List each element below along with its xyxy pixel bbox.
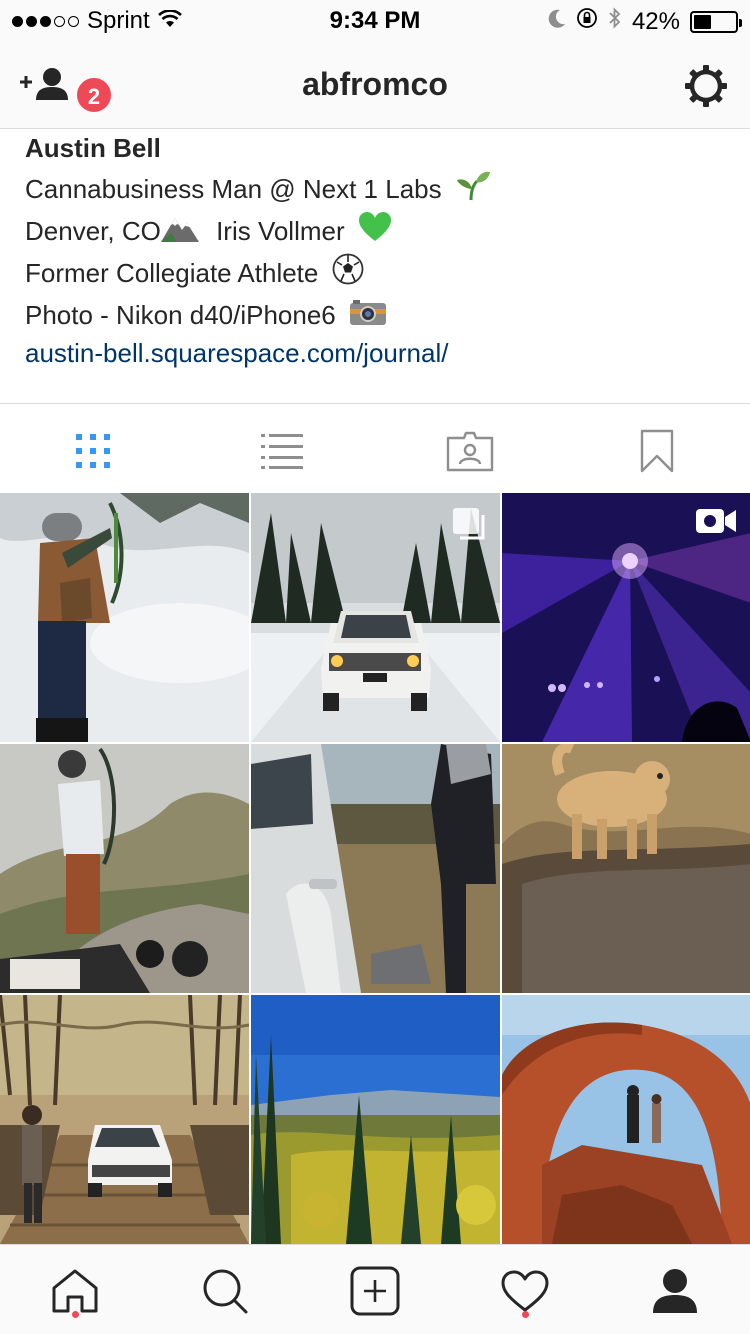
nav-header: 2 abfromco <box>0 40 750 129</box>
profile-full-name: Austin Bell <box>25 133 161 163</box>
battery-percent: 42% <box>631 7 680 35</box>
tab-list-view[interactable] <box>252 426 312 476</box>
heart-icon <box>501 1270 549 1312</box>
profile-tab-bar <box>0 403 750 493</box>
photo-thumbnail <box>502 744 750 993</box>
status-bar: Sprint 9:34 PM 42% <box>0 0 750 40</box>
search-icon <box>203 1269 248 1314</box>
bio-line: Former Collegiate Athlete <box>25 252 725 294</box>
mountain-icon <box>160 212 199 254</box>
nav-search[interactable] <box>195 1265 255 1317</box>
grid-photo[interactable] <box>251 493 500 742</box>
photo-thumbnail <box>0 995 249 1244</box>
profile-username: abfromco <box>302 66 448 102</box>
battery-icon <box>690 10 742 33</box>
photo-thumbnail <box>251 744 500 993</box>
bio-line: Cannabusiness Man @ Next 1 Labs <box>25 168 725 210</box>
photo-thumbnail <box>502 995 750 1244</box>
home-icon <box>52 1269 98 1313</box>
green-heart-icon <box>358 211 392 255</box>
soccer-ball-icon <box>332 253 364 297</box>
seedling-icon <box>455 169 491 213</box>
bluetooth-icon <box>608 7 622 36</box>
nav-home[interactable] <box>45 1265 105 1317</box>
grid-photo[interactable] <box>0 493 249 742</box>
status-right: 42% <box>548 7 742 36</box>
plus-square-icon <box>350 1266 400 1316</box>
tab-tagged-photos[interactable] <box>440 426 500 476</box>
grid-photo[interactable] <box>251 995 500 1244</box>
nav-new-post[interactable] <box>345 1265 405 1317</box>
photo-thumbnail <box>0 493 249 742</box>
photo-thumbnail <box>251 995 500 1244</box>
orientation-lock-icon <box>576 7 598 36</box>
gear-icon <box>685 65 727 107</box>
list-icon <box>261 434 303 469</box>
multiple-photos-icon <box>452 507 486 546</box>
bookmark-icon <box>640 429 674 473</box>
settings-button[interactable] <box>684 64 728 108</box>
bio-line: Photo - Nikon d40/iPhone6 <box>25 294 725 336</box>
grid-photo[interactable] <box>502 744 750 993</box>
bottom-navigation <box>0 1244 750 1334</box>
grid-photo[interactable] <box>502 493 750 742</box>
nav-activity[interactable] <box>495 1265 555 1317</box>
grid-photo[interactable] <box>0 744 249 993</box>
nav-profile[interactable] <box>645 1265 705 1317</box>
bio-line: Denver, CO Iris Vollmer <box>25 210 725 252</box>
grid-photo[interactable] <box>251 744 500 993</box>
photo-thumbnail <box>0 744 249 993</box>
tab-grid-view[interactable] <box>63 426 123 476</box>
profile-icon <box>653 1269 697 1313</box>
profile-website-link[interactable]: austin-bell.squarespace.com/journal/ <box>25 332 725 374</box>
photo-grid <box>0 493 750 1244</box>
grid-photo[interactable] <box>502 995 750 1244</box>
tagged-person-icon <box>446 431 494 472</box>
moon-icon <box>548 8 566 36</box>
video-icon <box>695 507 737 540</box>
grid-photo[interactable] <box>0 995 249 1244</box>
activity-notification-dot <box>522 1311 529 1318</box>
grid-icon <box>76 434 110 468</box>
profile-bio: Austin Bell Cannabusiness Man @ Next 1 L… <box>25 130 725 374</box>
tab-saved[interactable] <box>627 426 687 476</box>
home-notification-dot <box>72 1311 79 1318</box>
